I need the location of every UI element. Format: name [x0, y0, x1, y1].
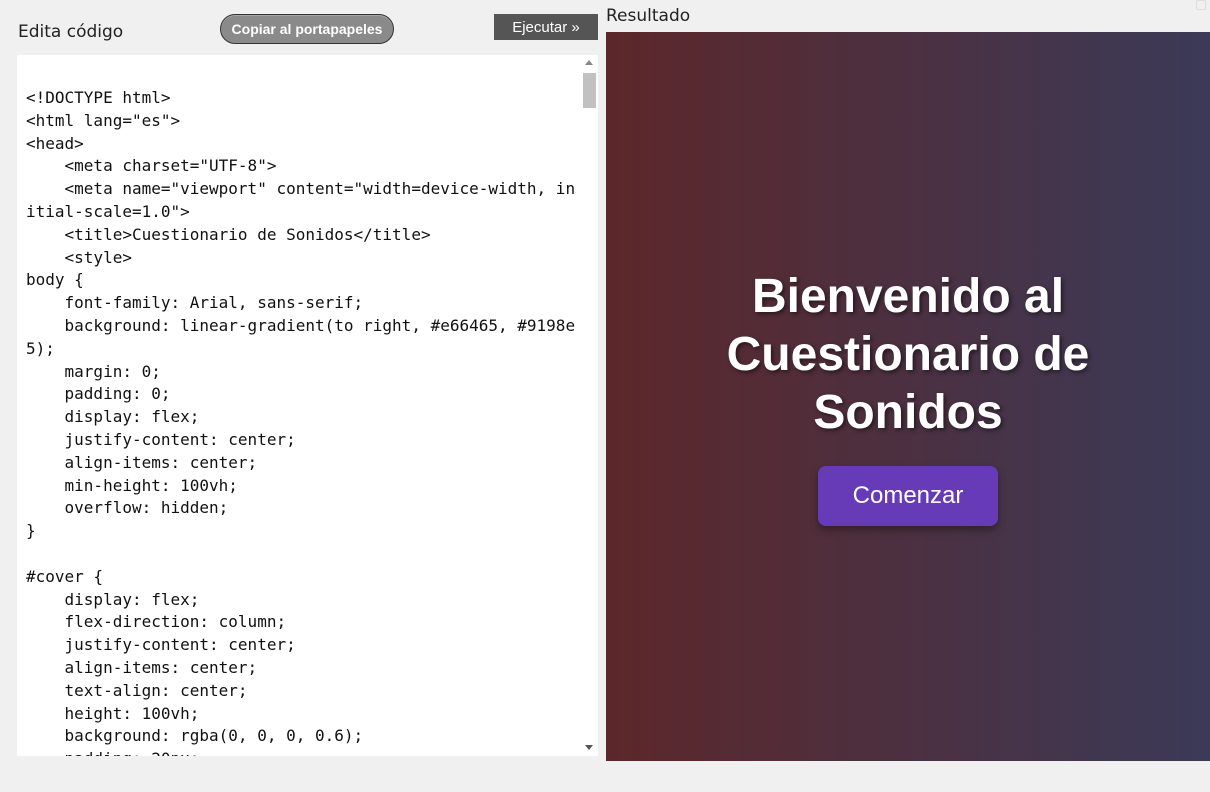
corner-handle-icon — [1196, 0, 1206, 10]
code-text[interactable]: <!DOCTYPE html> <html lang="es"> <head> … — [26, 87, 581, 756]
code-playground: Edita código Copiar al portapapeles Ejec… — [0, 0, 1210, 792]
result-preview: Bienvenido al Cuestionario de Sonidos Co… — [606, 32, 1210, 761]
copy-to-clipboard-button[interactable]: Copiar al portapapeles — [220, 14, 394, 44]
edit-code-label: Edita código — [18, 22, 124, 42]
scroll-up-arrow-icon[interactable] — [585, 60, 593, 65]
editor-scrollbar[interactable] — [581, 55, 598, 756]
scroll-thumb[interactable] — [583, 73, 596, 108]
start-button[interactable]: Comenzar — [818, 465, 998, 526]
run-button[interactable]: Ejecutar » — [494, 14, 598, 40]
code-editor[interactable]: <!DOCTYPE html> <html lang="es"> <head> … — [17, 55, 598, 756]
cover-title: Bienvenido al Cuestionario de Sonidos — [726, 269, 1090, 439]
scroll-down-arrow-icon[interactable] — [585, 745, 593, 750]
cover-screen: Bienvenido al Cuestionario de Sonidos Co… — [606, 32, 1210, 761]
result-label: Resultado — [606, 6, 691, 26]
